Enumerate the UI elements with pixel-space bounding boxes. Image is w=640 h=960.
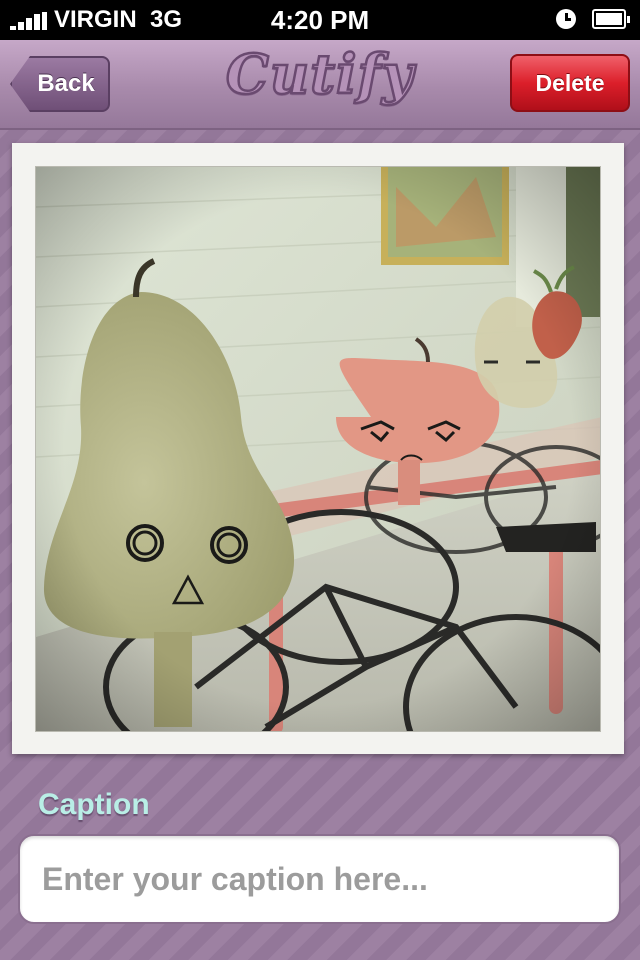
photo[interactable] [35, 166, 601, 732]
delete-button[interactable]: Delete [510, 54, 630, 112]
nav-bar: Back Cutify Delete [0, 40, 640, 130]
photo-card [12, 143, 624, 754]
caption-label: Caption [38, 788, 150, 821]
photo-image [36, 167, 600, 731]
caption-input[interactable] [18, 834, 621, 924]
status-time: 4:20 PM [270, 5, 370, 35]
status-bar: VIRGIN 3G 4:20 PM [0, 0, 640, 40]
battery-icon [592, 9, 630, 29]
clock-icon [556, 9, 576, 29]
